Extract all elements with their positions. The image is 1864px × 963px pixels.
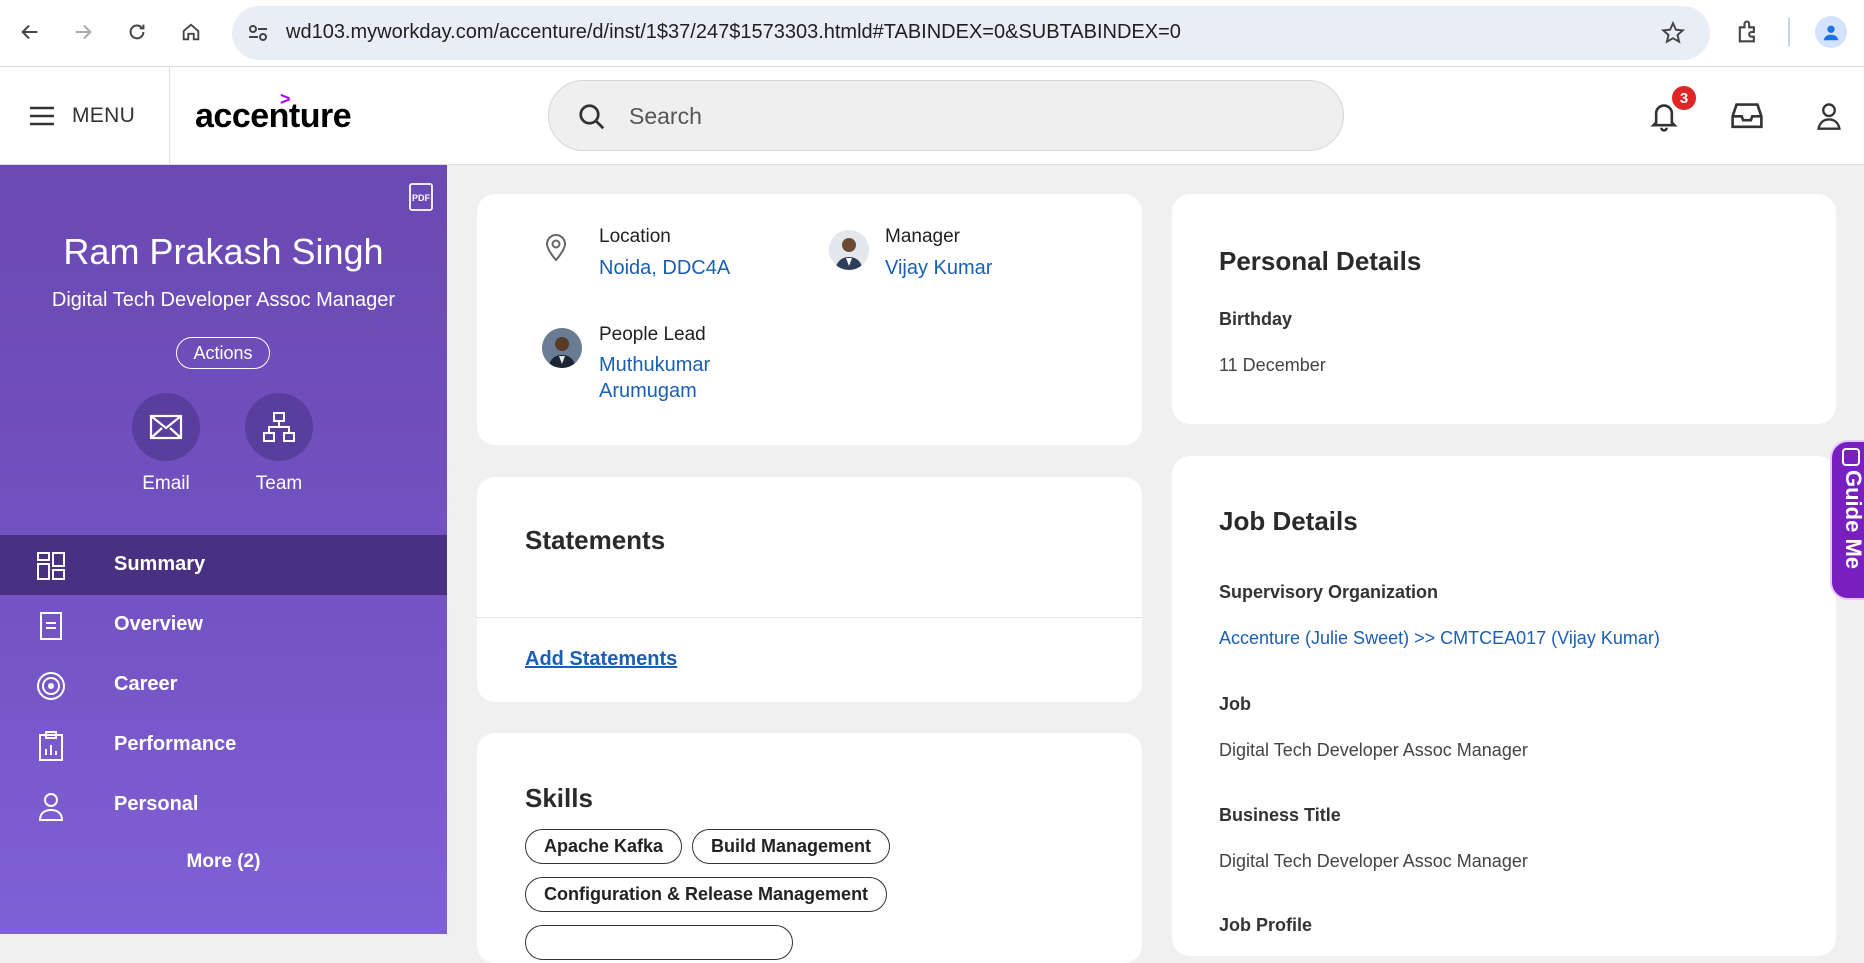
- actions-button[interactable]: Actions: [176, 337, 270, 369]
- profile-sidebar: PDF Ram Prakash Singh Digital Tech Devel…: [0, 165, 447, 934]
- app-header: MENU > accenture 3: [0, 67, 1864, 165]
- guide-me-icon: [1842, 448, 1860, 466]
- worker-overview-card: Location Noida, DDC4A Manager Vijay Kuma…: [477, 194, 1142, 445]
- skill-chip[interactable]: Configuration & Release Management: [525, 877, 888, 912]
- email-icon: [149, 414, 183, 440]
- site-settings-icon[interactable]: [246, 21, 270, 50]
- hamburger-icon: [28, 104, 56, 133]
- accenture-logo[interactable]: accenture: [195, 97, 352, 136]
- supervisory-org-link[interactable]: Accenture (Julie Sweet) >> CMTCEA017 (Vi…: [1219, 628, 1660, 649]
- profile-avatar-icon[interactable]: [1815, 16, 1847, 48]
- job-profile-label: Job Profile: [1219, 915, 1313, 935]
- browser-toolbar: wd103.myworkday.com/accenture/d/inst/1$3…: [0, 0, 1864, 67]
- business-title-value: Digital Tech Developer Assoc Manager: [1219, 851, 1528, 871]
- back-icon[interactable]: [12, 14, 48, 50]
- address-bar[interactable]: wd103.myworkday.com/accenture/d/inst/1$3…: [232, 6, 1710, 60]
- target-icon: [37, 672, 65, 700]
- dashboard-icon: [37, 552, 65, 580]
- skill-chip[interactable]: Build Management: [692, 829, 891, 864]
- skills-title: Skills: [525, 783, 593, 813]
- people-lead-label: People Lead: [599, 324, 706, 345]
- job-label: Job: [1219, 694, 1252, 714]
- add-statements-link[interactable]: Add Statements: [525, 648, 677, 671]
- forward-icon[interactable]: [65, 14, 101, 50]
- job-details-title: Job Details: [1219, 506, 1358, 536]
- org-chart-icon: [263, 412, 295, 442]
- birthday-value: 11 December: [1219, 355, 1326, 375]
- team-button[interactable]: [245, 393, 313, 461]
- clipboard-chart-icon: [39, 731, 63, 761]
- menu-button[interactable]: MENU: [0, 67, 170, 165]
- sidebar-item-personal[interactable]: Personal: [0, 775, 447, 835]
- svg-text:PDF: PDF: [412, 193, 431, 203]
- statements-card: Statements Add Statements: [477, 477, 1142, 702]
- sidebar-item-career[interactable]: Career: [0, 655, 447, 715]
- people-lead-link-first[interactable]: Muthukumar: [599, 354, 710, 377]
- email-button[interactable]: [132, 393, 200, 461]
- supervisory-org-label: Supervisory Organization: [1219, 582, 1439, 602]
- manager-label: Manager: [885, 226, 960, 247]
- job-value: Digital Tech Developer Assoc Manager: [1219, 740, 1528, 760]
- statements-title: Statements: [525, 525, 666, 555]
- inbox-icon[interactable]: [1730, 100, 1764, 135]
- document-icon: [40, 612, 62, 640]
- skill-chip-partial[interactable]: [525, 925, 793, 960]
- sidebar-item-label: Personal: [114, 793, 199, 815]
- divider: [477, 617, 1142, 618]
- location-label: Location: [599, 226, 671, 247]
- team-label: Team: [255, 473, 303, 494]
- sidebar-item-label: Summary: [114, 553, 206, 575]
- manager-avatar[interactable]: [829, 230, 869, 270]
- skill-chip[interactable]: Apache Kafka: [525, 829, 683, 864]
- location-pin-icon: [544, 232, 568, 267]
- personal-details-title: Personal Details: [1219, 246, 1422, 276]
- personal-details-card: Personal Details Birthday 11 December: [1172, 194, 1836, 424]
- profile-job-title: Digital Tech Developer Assoc Manager: [51, 289, 396, 311]
- extensions-icon[interactable]: [1734, 18, 1762, 51]
- pdf-export-icon[interactable]: PDF: [408, 182, 434, 217]
- birthday-label: Birthday: [1219, 309, 1293, 329]
- search-box[interactable]: [548, 80, 1344, 151]
- toolbar-divider: [1788, 18, 1790, 46]
- menu-label: MENU: [72, 104, 136, 127]
- sidebar-item-summary[interactable]: Summary: [0, 535, 447, 595]
- sidebar-item-label: Performance: [114, 733, 237, 755]
- sidebar-item-label: Overview: [114, 613, 203, 635]
- bookmark-star-icon[interactable]: [1660, 20, 1686, 51]
- manager-link[interactable]: Vijay Kumar: [885, 257, 992, 280]
- sidebar-item-performance[interactable]: Performance: [0, 715, 447, 775]
- search-icon: [577, 102, 607, 137]
- profile-name: Ram Prakash Singh: [63, 231, 384, 272]
- email-label: Email: [142, 473, 190, 494]
- person-icon: [38, 793, 64, 821]
- reload-icon[interactable]: [119, 14, 155, 50]
- user-profile-icon[interactable]: [1815, 101, 1843, 136]
- home-icon[interactable]: [173, 14, 209, 50]
- sidebar-item-overview[interactable]: Overview: [0, 595, 447, 655]
- search-input[interactable]: [629, 99, 1309, 133]
- more-tabs-link[interactable]: More (2): [0, 851, 447, 873]
- skills-card: Skills Apache Kafka Build Management Con…: [477, 733, 1142, 963]
- sidebar-item-label: Career: [114, 673, 178, 695]
- people-lead-avatar[interactable]: [542, 328, 582, 368]
- business-title-label: Business Title: [1219, 805, 1341, 825]
- url-text[interactable]: wd103.myworkday.com/accenture/d/inst/1$3…: [286, 21, 1181, 44]
- job-details-card: Job Details Supervisory Organization Acc…: [1172, 456, 1836, 956]
- guide-me-label: Guide Me: [1841, 470, 1864, 570]
- notification-count-badge: 3: [1670, 84, 1698, 112]
- guide-me-button[interactable]: Guide Me: [1830, 440, 1864, 600]
- location-link[interactable]: Noida, DDC4A: [599, 257, 730, 280]
- people-lead-link-last[interactable]: Arumugam: [599, 380, 697, 403]
